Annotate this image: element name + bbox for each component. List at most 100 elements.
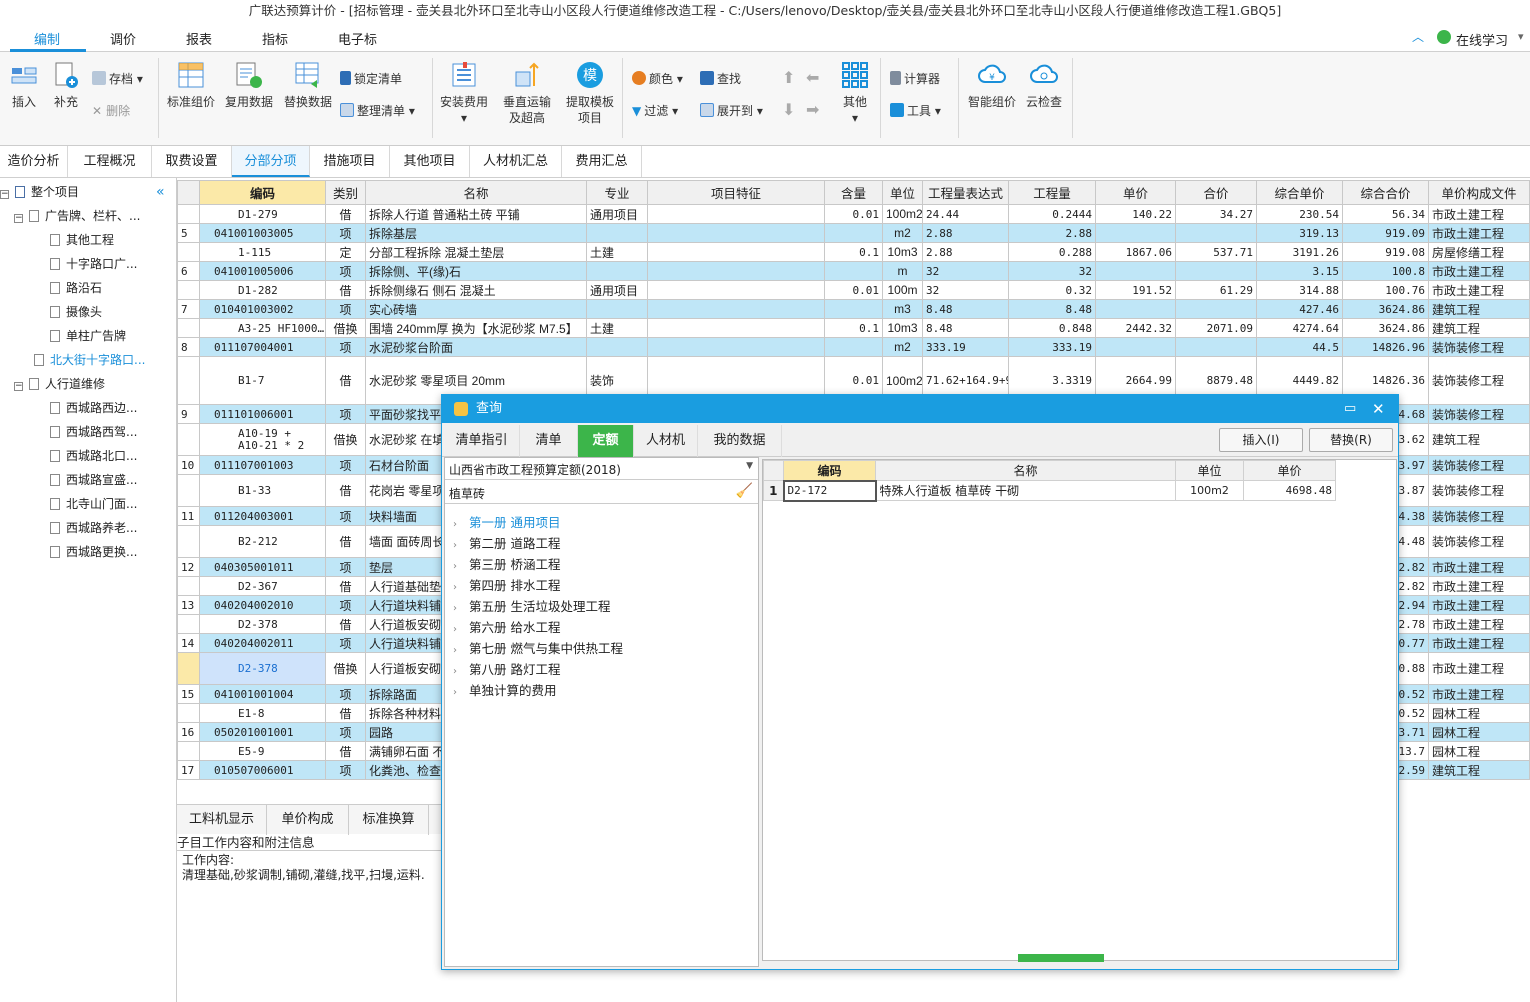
supplement-button[interactable]: 补充	[50, 60, 82, 110]
cell-major[interactable]	[586, 337, 648, 357]
cell-code[interactable]: 011107004001	[199, 337, 326, 357]
collapse-panel-icon[interactable]: «	[156, 184, 165, 200]
cell-features[interactable]	[647, 261, 825, 281]
tree-node[interactable]: 西城路养老...	[50, 517, 137, 539]
cell-price-file[interactable]: 建筑工程	[1428, 299, 1530, 319]
cell-content[interactable]	[824, 299, 883, 319]
cloud-check-button[interactable]: 云检查	[1022, 60, 1066, 110]
cell-comp-total[interactable]: 919.08	[1342, 242, 1429, 262]
tab-standard-conversion[interactable]: 标准换算	[349, 805, 429, 835]
cell-comp-unit[interactable]: 3.15	[1256, 261, 1343, 281]
cell-code[interactable]: E1-8	[199, 703, 326, 723]
find-button[interactable]: 查找	[700, 70, 741, 87]
clear-broom-icon[interactable]: 🧹	[736, 483, 753, 499]
cell-qty-expr[interactable]: 2.88	[922, 242, 1009, 262]
cell-features[interactable]	[647, 223, 825, 243]
result-col-name[interactable]: 名称	[875, 460, 1176, 481]
cell-code[interactable]: 041001003005	[199, 223, 326, 243]
cell-type[interactable]: 项	[325, 722, 366, 742]
chapter-item[interactable]: › 第一册 通用项目	[453, 512, 560, 533]
cell-content[interactable]	[824, 223, 883, 243]
cell-qty-expr[interactable]: 333.19	[922, 337, 1009, 357]
cell-code[interactable]: B2-212	[199, 525, 326, 558]
cell-type[interactable]: 项	[325, 337, 366, 357]
cell-price[interactable]	[1095, 223, 1176, 243]
search-input[interactable]: 植草砖 🧹	[445, 482, 758, 504]
cell-code[interactable]: D2-378	[199, 652, 326, 685]
cell-type[interactable]: 项	[325, 261, 366, 281]
col-header-total[interactable]: 合价	[1175, 180, 1257, 205]
close-icon[interactable]: ✕	[1372, 395, 1385, 423]
cell-qty[interactable]: 32	[1008, 261, 1096, 281]
chevron-down-icon[interactable]: ▾	[1518, 30, 1524, 43]
cell-qty-expr[interactable]: 8.48	[922, 299, 1009, 319]
tab-sub-items[interactable]: 分部分项	[232, 146, 310, 177]
cell-comp-unit[interactable]: 44.5	[1256, 337, 1343, 357]
cell-code[interactable]: 1-115	[199, 242, 326, 262]
cell-major[interactable]: 土建	[586, 318, 648, 338]
cell-qty[interactable]: 0.848	[1008, 318, 1096, 338]
cell-price-file[interactable]: 装饰装修工程	[1428, 455, 1530, 475]
cell-code[interactable]: B1-7	[199, 356, 326, 405]
cell-price-file[interactable]: 市政土建工程	[1428, 633, 1530, 653]
vertical-transport-button[interactable]: 垂直运输 及超高	[500, 60, 554, 126]
cell-comp-unit[interactable]: 314.88	[1256, 280, 1343, 300]
tree-node[interactable]: 其他工程	[50, 229, 114, 251]
col-header-content[interactable]: 含量	[824, 180, 883, 205]
organize-list-button[interactable]: 整理清单 ▾	[340, 102, 415, 119]
col-header-price-file[interactable]: 单价构成文件	[1428, 180, 1530, 205]
bill-row[interactable]: 8 011107004001 项水泥砂浆台阶面 m2 333.19 333.19 44.5 1…	[177, 337, 1530, 357]
cell-code[interactable]: 041001005006	[199, 261, 326, 281]
chevron-right-icon[interactable]: ›	[453, 577, 469, 598]
cell-features[interactable]	[647, 242, 825, 262]
quota-row[interactable]: D1-279 借拆除人行道 普通粘土砖 平铺 通用项目 0.01 100m2 24.44 0…	[177, 204, 1530, 224]
cell-name[interactable]: 拆除侧、平(缘)石	[365, 261, 587, 281]
cell-comp-total[interactable]: 919.09	[1342, 223, 1429, 243]
cell-type[interactable]: 项	[325, 633, 366, 653]
chapter-item[interactable]: › 第六册 给水工程	[453, 617, 560, 638]
cell-major[interactable]	[586, 299, 648, 319]
cell-type[interactable]: 借	[325, 614, 366, 634]
tab-other-items[interactable]: 其他项目	[390, 146, 470, 177]
dialog-titlebar[interactable]: 查询 ▭ ✕	[442, 395, 1398, 423]
extract-template-button[interactable]: 模 提取模板 项目	[564, 60, 616, 126]
chapter-item[interactable]: › 第八册 路灯工程	[453, 659, 560, 680]
cell-price[interactable]: 140.22	[1095, 204, 1176, 224]
col-header-type[interactable]: 类别	[325, 180, 366, 205]
cell-type[interactable]: 定	[325, 242, 366, 262]
menu-tab-index[interactable]: 指标	[262, 29, 288, 48]
replace-data-button[interactable]: 替换数据	[281, 60, 335, 110]
cell-unit[interactable]: 10m3	[882, 242, 923, 262]
cell-type[interactable]: 项	[325, 684, 366, 704]
cell-price-file[interactable]: 园林工程	[1428, 741, 1530, 761]
menu-tab-ebid[interactable]: 电子标	[338, 29, 377, 48]
online-learning-link[interactable]: 在线学习	[1456, 30, 1508, 49]
collapse-ribbon-icon[interactable]: ︿	[1412, 28, 1424, 45]
cell-total[interactable]: 2071.09	[1175, 318, 1257, 338]
cell-major[interactable]	[586, 223, 648, 243]
cell-price-file[interactable]: 装饰装修工程	[1428, 525, 1530, 558]
tab-labor-material-summary[interactable]: 人材机汇总	[470, 146, 562, 177]
cell-qty[interactable]: 0.288	[1008, 242, 1096, 262]
cell-code[interactable]: 040204002011	[199, 633, 326, 653]
cell-type[interactable]: 项	[325, 557, 366, 577]
cell-features[interactable]	[647, 280, 825, 300]
quota-row[interactable]: 1-115 定分部工程拆除 混凝土垫层 土建 0.1 10m3 2.88 0.288 1867…	[177, 242, 1530, 262]
cell-price-file[interactable]: 装饰装修工程	[1428, 337, 1530, 357]
cell-price-file[interactable]: 园林工程	[1428, 722, 1530, 742]
cell-comp-unit[interactable]: 319.13	[1256, 223, 1343, 243]
tree-node[interactable]: 十字路口广...	[50, 253, 137, 275]
cell-price[interactable]	[1095, 299, 1176, 319]
col-header-major[interactable]: 专业	[586, 180, 648, 205]
cell-price-file[interactable]: 市政土建工程	[1428, 614, 1530, 634]
cell-comp-total[interactable]: 56.34	[1342, 204, 1429, 224]
tab-labor-material-display[interactable]: 工料机显示	[177, 805, 267, 835]
cell-name[interactable]: 实心砖墙	[365, 299, 587, 319]
tab-my-data[interactable]: 我的数据	[698, 425, 782, 457]
online-learning-icon[interactable]	[1437, 30, 1451, 44]
collapse-icon[interactable]: −	[0, 190, 9, 199]
calculator-button[interactable]: 计算器	[890, 70, 940, 87]
cell-price-file[interactable]: 装饰装修工程	[1428, 356, 1530, 405]
result-col-code[interactable]: 编码	[783, 460, 876, 481]
menu-tab-report[interactable]: 报表	[186, 29, 212, 48]
